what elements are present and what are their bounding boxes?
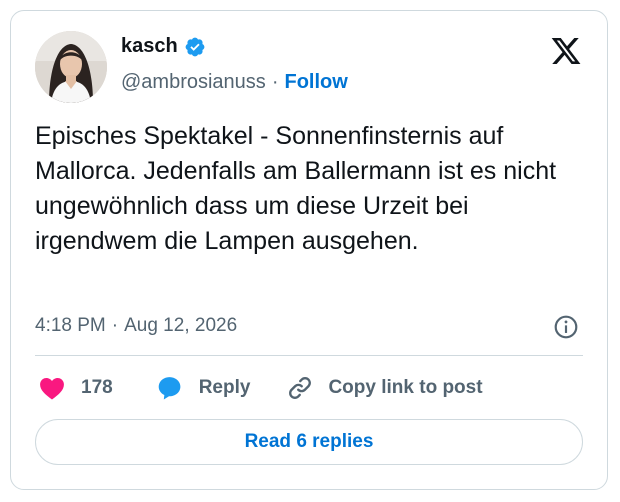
like-count: 178	[81, 377, 113, 398]
tweet-card: kasch @ambrosianuss · Follow Episches Sp…	[10, 10, 608, 490]
handle-separator: ·	[271, 71, 279, 93]
read-replies-button[interactable]: Read 6 replies	[35, 419, 583, 465]
author-name-row: kasch	[121, 35, 206, 58]
tweet-time[interactable]: 4:18 PM	[35, 315, 106, 337]
info-icon[interactable]	[553, 314, 579, 340]
link-icon	[289, 377, 312, 399]
reply-button[interactable]: Reply	[155, 375, 251, 401]
author-handle-row: @ambrosianuss · Follow	[121, 71, 348, 94]
follow-link[interactable]: Follow	[284, 71, 347, 94]
author-handle[interactable]: @ambrosianuss	[121, 71, 266, 94]
divider	[35, 355, 583, 356]
reply-label: Reply	[198, 377, 251, 398]
tweet-date[interactable]: Aug 12, 2026	[124, 315, 237, 337]
speech-bubble-icon	[158, 377, 181, 400]
action-bar: 178 Reply Copy link to post	[39, 373, 483, 403]
copy-link-button[interactable]: Copy link to post	[286, 374, 483, 402]
tweet-text: Episches Spektakel - Sonnenfinsternis au…	[35, 122, 557, 255]
verified-badge-icon	[185, 37, 205, 56]
avatar[interactable]	[35, 31, 107, 103]
timestamp-row: 4:18 PM · Aug 12, 2026	[35, 315, 237, 337]
timestamp-separator: ·	[111, 315, 119, 336]
read-replies-label: Read 6 replies	[244, 431, 374, 452]
copy-link-label: Copy link to post	[328, 377, 483, 398]
display-name[interactable]: kasch	[121, 35, 178, 58]
heart-icon	[40, 378, 64, 400]
x-logo-icon[interactable]	[549, 35, 583, 67]
like-button[interactable]: 178	[39, 376, 113, 400]
